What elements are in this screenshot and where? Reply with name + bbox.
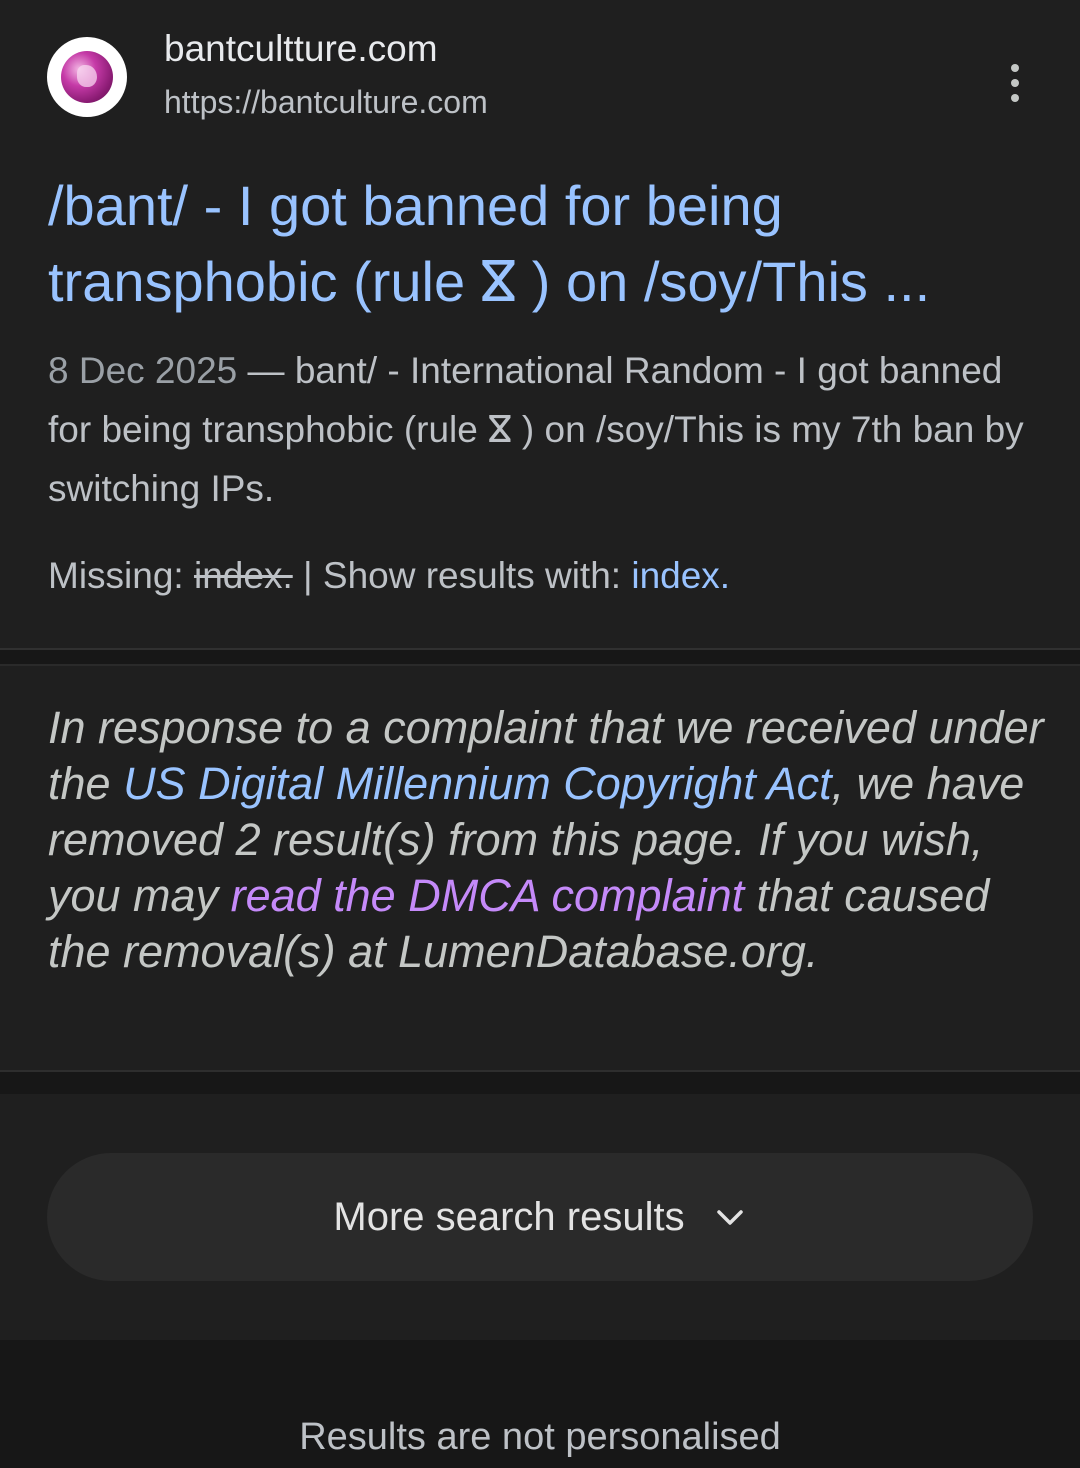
search-result: bantcultture.com https://bantculture.com… (0, 0, 1080, 648)
site-favicon-icon[interactable] (47, 37, 127, 117)
dmca-text: In response to a complaint that we recei… (48, 700, 1048, 980)
dmca-act-link[interactable]: US Digital Millennium Copyright Act (123, 758, 832, 809)
kebab-dot (1011, 94, 1019, 102)
more-results-section: More search results (0, 1094, 1080, 1340)
more-search-results-button[interactable]: More search results (47, 1153, 1033, 1281)
snippet-separator: — (237, 350, 295, 391)
chevron-down-icon (713, 1200, 747, 1234)
kebab-dot (1011, 64, 1019, 72)
more-options-icon[interactable] (1000, 60, 1030, 106)
result-snippet: 8 Dec 2025 — bant/ - International Rando… (48, 341, 1038, 518)
missing-separator: | Show results with: (292, 555, 632, 596)
snippet-date: 8 Dec 2025 (48, 350, 238, 391)
kebab-dot (1011, 79, 1019, 87)
favicon-image (61, 51, 113, 103)
site-name[interactable]: bantcultture.com (164, 28, 438, 70)
footer: Results are not personalised (0, 1340, 1080, 1468)
dmca-complaint-link[interactable]: read the DMCA complaint (231, 870, 745, 921)
site-url[interactable]: https://bantculture.com (164, 84, 488, 121)
more-search-results-label: More search results (333, 1194, 685, 1239)
missing-label: Missing: (48, 555, 194, 596)
section-divider (0, 648, 1080, 666)
personalisation-note: Results are not personalised (299, 1416, 781, 1458)
result-title-link[interactable]: /bant/ - I got banned for being transpho… (48, 168, 1048, 320)
missing-term: index. (193, 555, 293, 596)
missing-terms: Missing: index. | Show results with: ind… (48, 555, 730, 597)
section-divider (0, 1070, 1080, 1094)
dmca-notice: In response to a complaint that we recei… (0, 666, 1080, 1070)
show-results-with-link[interactable]: index. (631, 555, 730, 596)
